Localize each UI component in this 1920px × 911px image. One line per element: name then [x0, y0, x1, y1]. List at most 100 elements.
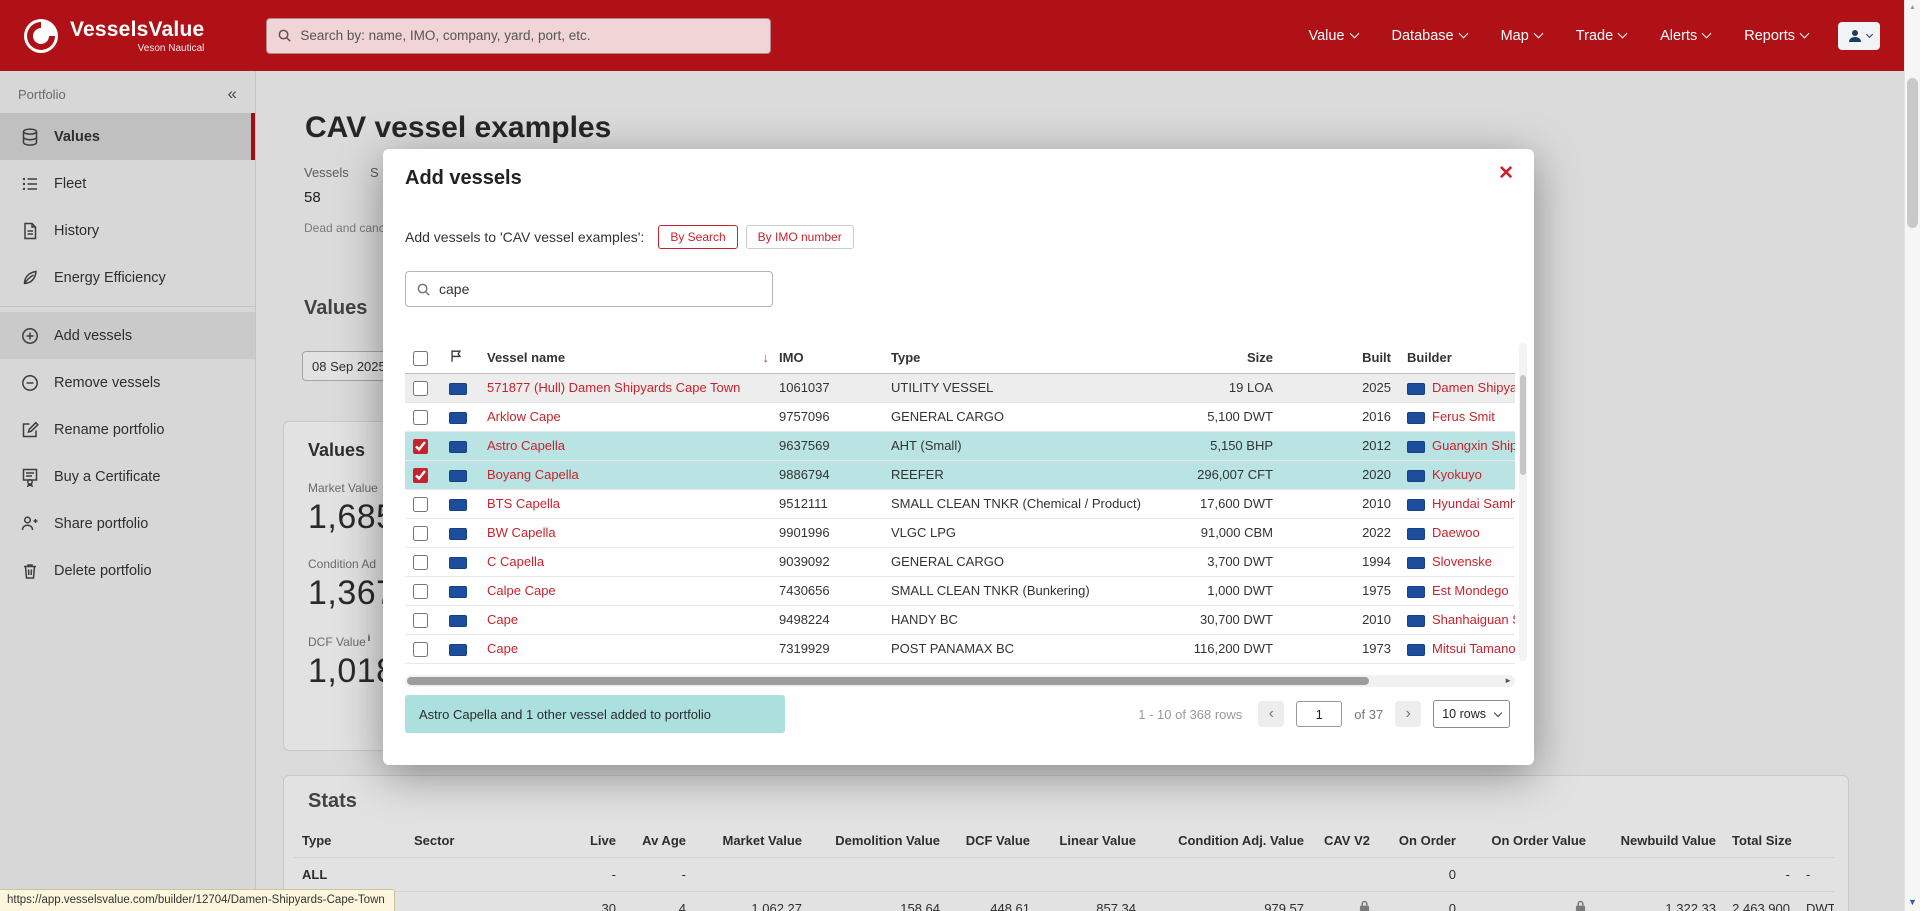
- builder-flag-icon: [1407, 383, 1425, 395]
- builder-link[interactable]: Ferus Smit: [1432, 409, 1495, 424]
- row-checkbox[interactable]: [413, 381, 428, 396]
- add-vessels-modal: Add vessels ✕ Add vessels to 'CAV vessel…: [383, 149, 1534, 765]
- table-row[interactable]: Cape 9498224 HANDY BC 30,700 DWT 2010 Sh…: [405, 605, 1515, 634]
- logo[interactable]: VesselsValue Veson Nautical: [22, 17, 204, 55]
- builder-flag-icon: [1407, 499, 1425, 511]
- vessel-search-field[interactable]: [405, 271, 773, 307]
- page-number-input[interactable]: [1296, 701, 1342, 727]
- nav-item-value[interactable]: Value: [1308, 28, 1357, 44]
- builder-flag-icon: [1407, 557, 1425, 569]
- table-row[interactable]: 571877 (Hull) Damen Shipyards Cape Town …: [405, 373, 1515, 402]
- chevron-down-icon: [1349, 29, 1359, 39]
- vessel-name-link[interactable]: Calpe Cape: [487, 583, 556, 598]
- scrollbar-thumb[interactable]: [407, 677, 1369, 685]
- builder-link[interactable]: Shanhaiguan S: [1432, 612, 1515, 627]
- builder-link[interactable]: Daewoo: [1432, 525, 1480, 540]
- user-menu-button[interactable]: [1838, 22, 1880, 50]
- chevron-down-icon: [1533, 29, 1543, 39]
- vessel-name-link[interactable]: Astro Capella: [487, 438, 565, 453]
- table-row[interactable]: Arklow Cape 9757096 GENERAL CARGO 5,100 …: [405, 402, 1515, 431]
- row-checkbox[interactable]: [413, 555, 428, 570]
- page-scrollbar[interactable]: ▲ ▼: [1904, 0, 1920, 911]
- vessel-search-input[interactable]: [439, 281, 762, 297]
- vessel-name-link[interactable]: BTS Capella: [487, 496, 560, 511]
- vessel-name-link[interactable]: C Capella: [487, 554, 544, 569]
- row-checkbox[interactable]: [413, 642, 428, 657]
- next-page-button[interactable]: ›: [1395, 701, 1421, 727]
- table-row[interactable]: C Capella 9039092 GENERAL CARGO 3,700 DW…: [405, 547, 1515, 576]
- col-vessel-name[interactable]: Vessel name ↓: [479, 343, 771, 373]
- col-imo[interactable]: IMO: [771, 343, 883, 373]
- chevron-down-icon: [1494, 708, 1502, 716]
- global-search[interactable]: [266, 18, 771, 54]
- builder-link[interactable]: Kyokuyo: [1432, 467, 1482, 482]
- by-imo-number-button[interactable]: By IMO number: [746, 225, 854, 249]
- vessel-flag-icon: [449, 499, 467, 511]
- vessel-flag-icon: [449, 586, 467, 598]
- global-search-input[interactable]: [300, 28, 760, 43]
- nav-item-reports[interactable]: Reports: [1744, 28, 1808, 44]
- table-row[interactable]: Cape 7319929 POST PANAMAX BC 116,200 DWT…: [405, 634, 1515, 663]
- nav-item-map[interactable]: Map: [1501, 28, 1542, 44]
- flag-column-icon: [449, 349, 463, 363]
- vessel-name-link[interactable]: Arklow Cape: [487, 409, 561, 424]
- builder-flag-icon: [1407, 441, 1425, 453]
- row-checkbox[interactable]: [413, 497, 428, 512]
- table-row[interactable]: Boyang Capella 9886794 REEFER 296,007 CF…: [405, 460, 1515, 489]
- table-row[interactable]: BW Capella 9901996 VLGC LPG 91,000 CBM 2…: [405, 518, 1515, 547]
- col-builder[interactable]: Builder: [1399, 343, 1515, 373]
- scrollbar-thumb[interactable]: [1520, 375, 1526, 475]
- col-size[interactable]: Size: [1171, 343, 1281, 373]
- builder-link[interactable]: Mitsui Tamano: [1432, 641, 1515, 656]
- vessel-name-link[interactable]: 571877 (Hull) Damen Shipyards Cape Town: [487, 380, 740, 395]
- table-vertical-scrollbar[interactable]: [1519, 343, 1527, 661]
- status-url-tooltip: https://app.vesselsvalue.com/builder/127…: [0, 889, 395, 911]
- vessel-name-link[interactable]: Cape: [487, 612, 518, 627]
- user-icon: [1847, 28, 1863, 44]
- vessel-name-link[interactable]: Boyang Capella: [487, 467, 579, 482]
- vessel-flag-icon: [449, 441, 467, 453]
- builder-flag-icon: [1407, 470, 1425, 482]
- results-header-row: Vessel name ↓ IMO Type Size Built Builde…: [405, 343, 1515, 373]
- pagination: 1 - 10 of 368 rows ‹ of 37 › 10 rows: [1138, 695, 1510, 733]
- row-checkbox[interactable]: [413, 439, 428, 454]
- row-checkbox[interactable]: [413, 584, 428, 599]
- vessel-name-link[interactable]: Cape: [487, 641, 518, 656]
- row-checkbox[interactable]: [413, 410, 428, 425]
- table-horizontal-scrollbar[interactable]: ►: [405, 675, 1515, 687]
- nav-item-trade[interactable]: Trade: [1576, 28, 1626, 44]
- nav-item-alerts[interactable]: Alerts: [1660, 28, 1710, 44]
- vessel-results-table: Vessel name ↓ IMO Type Size Built Builde…: [405, 343, 1515, 664]
- vessel-flag-icon: [449, 412, 467, 424]
- vessel-flag-icon: [449, 470, 467, 482]
- vessel-flag-icon: [449, 644, 467, 656]
- nav-item-database[interactable]: Database: [1392, 28, 1467, 44]
- vessel-name-link[interactable]: BW Capella: [487, 525, 556, 540]
- vessel-flag-icon: [449, 383, 467, 395]
- table-row[interactable]: Calpe Cape 7430656 SMALL CLEAN TNKR (Bun…: [405, 576, 1515, 605]
- row-checkbox[interactable]: [413, 468, 428, 483]
- table-row[interactable]: BTS Capella 9512111 SMALL CLEAN TNKR (Ch…: [405, 489, 1515, 518]
- table-row[interactable]: Astro Capella 9637569 AHT (Small) 5,150 …: [405, 431, 1515, 460]
- scroll-down-icon[interactable]: ▼: [1905, 897, 1920, 907]
- builder-link[interactable]: Damen Shipya: [1432, 380, 1515, 395]
- modal-title: Add vessels: [405, 167, 522, 190]
- builder-link[interactable]: Guangxin Ship: [1432, 438, 1515, 453]
- vesselsvalue-logo-icon: [22, 17, 60, 55]
- builder-link[interactable]: Slovenske: [1432, 554, 1492, 569]
- row-checkbox[interactable]: [413, 526, 428, 541]
- close-icon[interactable]: ✕: [1498, 162, 1514, 185]
- scrollbar-thumb[interactable]: [1907, 78, 1918, 228]
- col-built[interactable]: Built: [1281, 343, 1399, 373]
- builder-link[interactable]: Est Mondego: [1432, 583, 1509, 598]
- rows-per-page-select[interactable]: 10 rows: [1433, 700, 1510, 728]
- select-all-checkbox[interactable]: [413, 351, 428, 366]
- row-checkbox[interactable]: [413, 613, 428, 628]
- by-search-button[interactable]: By Search: [658, 225, 737, 249]
- builder-link[interactable]: Hyundai Samh: [1432, 496, 1515, 511]
- prev-page-button[interactable]: ‹: [1258, 701, 1284, 727]
- scroll-up-icon[interactable]: ▲: [1905, 4, 1920, 11]
- scroll-right-icon[interactable]: ►: [1504, 675, 1512, 687]
- sort-desc-icon[interactable]: ↓: [763, 350, 770, 365]
- col-type[interactable]: Type: [883, 343, 1171, 373]
